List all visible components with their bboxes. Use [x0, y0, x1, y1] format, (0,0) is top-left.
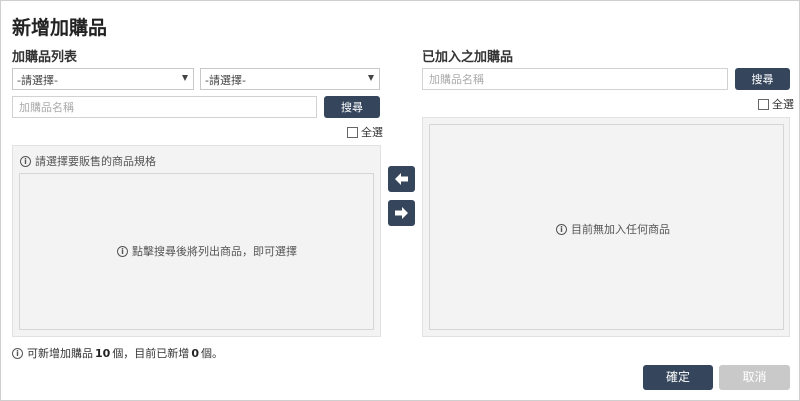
move-left-button[interactable] — [388, 166, 415, 192]
right-search-input[interactable] — [422, 68, 728, 90]
arrow-left-icon — [395, 173, 408, 185]
limit-max-count: 10 — [95, 346, 111, 360]
panel-hint: i 請選擇要販售的商品規格 — [20, 153, 156, 169]
left-product-panel: i 請選擇要販售的商品規格 i 點擊搜尋後將列出商品，即可選擇 — [12, 145, 381, 337]
info-icon: i — [117, 245, 128, 257]
category-select-2-value: -請選擇- — [205, 74, 246, 87]
left-product-list: i 點擊搜尋後將列出商品，即可選擇 — [19, 173, 374, 330]
category-select-1[interactable]: -請選擇- — [12, 68, 194, 90]
chevron-down-icon — [368, 75, 374, 81]
limit-added-count: 0 — [191, 346, 199, 360]
limit-prefix: 可新增加購品 — [27, 347, 93, 360]
info-icon: i — [12, 347, 23, 359]
left-empty-message-text: 點擊搜尋後將列出商品，即可選擇 — [132, 245, 297, 258]
right-product-panel: i 目前無加入任何商品 — [422, 117, 790, 337]
right-empty-message-text: 目前無加入任何商品 — [571, 223, 670, 236]
add-addon-dialog: 新增加購品 加購品列表 -請選擇- -請選擇- 搜尋 全選 i 請選擇要販售的商… — [0, 0, 800, 401]
right-empty-message: i 目前無加入任何商品 — [556, 221, 670, 237]
info-icon: i — [20, 155, 31, 167]
right-product-list: i 目前無加入任何商品 — [429, 124, 784, 330]
category-select-2[interactable]: -請選擇- — [200, 68, 380, 90]
right-select-all[interactable]: 全選 — [758, 96, 794, 112]
dialog-title: 新增加購品 — [12, 17, 108, 39]
arrow-right-icon — [395, 207, 408, 219]
addon-limit-note: i 可新增加購品 10 個，目前已新增 0 個。 — [12, 345, 223, 361]
right-search-button[interactable]: 搜尋 — [735, 68, 790, 90]
left-search-input[interactable] — [12, 96, 317, 118]
right-select-all-checkbox[interactable] — [758, 98, 769, 110]
left-search-button[interactable]: 搜尋 — [324, 96, 380, 118]
cancel-button[interactable]: 取消 — [719, 365, 790, 390]
confirm-button[interactable]: 確定 — [643, 365, 713, 390]
left-select-all[interactable]: 全選 — [347, 124, 383, 140]
addon-list-heading: 加購品列表 — [12, 50, 78, 65]
left-empty-message: i 點擊搜尋後將列出商品，即可選擇 — [117, 243, 297, 259]
category-select-1-value: -請選擇- — [17, 74, 58, 87]
left-select-all-label: 全選 — [361, 126, 383, 139]
info-icon: i — [556, 223, 567, 235]
panel-hint-text: 請選擇要販售的商品規格 — [35, 155, 156, 168]
left-select-all-checkbox[interactable] — [347, 126, 358, 138]
added-addon-heading: 已加入之加購品 — [422, 50, 514, 65]
limit-suffix: 個。 — [200, 347, 223, 360]
right-select-all-label: 全選 — [772, 98, 794, 111]
chevron-down-icon — [182, 75, 188, 81]
limit-middle: 個，目前已新增 — [112, 347, 190, 360]
move-right-button[interactable] — [388, 200, 415, 226]
